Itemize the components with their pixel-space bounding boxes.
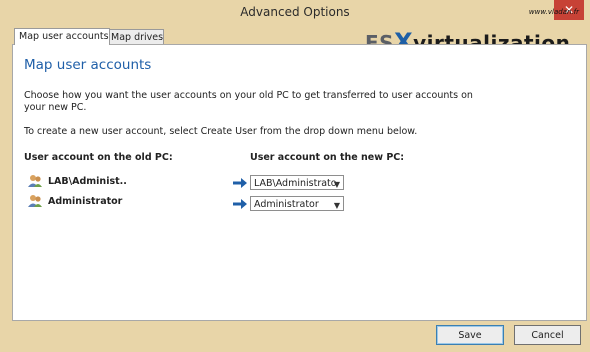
chevron-down-icon: ▼ <box>333 180 340 189</box>
window-title: Advanced Options <box>240 5 350 19</box>
tab-label: Map user accounts <box>19 31 109 42</box>
old-user-name: LAB\Administ.. <box>48 176 127 187</box>
page-title: Map user accounts <box>24 57 152 73</box>
tab-map-drives[interactable]: Map drives <box>106 29 164 45</box>
arrow-right-icon <box>233 178 247 188</box>
tab-map-user-accounts[interactable]: Map user accounts <box>14 28 110 45</box>
new-user-select-2[interactable]: Administrator ▼ <box>250 196 344 211</box>
advanced-options-window: Advanced Options ✕ www.vladan.fr ESXvirt… <box>0 0 590 352</box>
save-button[interactable]: Save <box>436 325 504 345</box>
description-line-1: Choose how you want the user accounts on… <box>24 90 473 101</box>
user-account-icon <box>28 175 42 187</box>
arrow-right-icon <box>233 199 247 209</box>
instruction-text: To create a new user account, select Cre… <box>24 126 418 137</box>
chevron-down-icon: ▼ <box>333 201 340 210</box>
old-user-row-1: LAB\Administ.. <box>28 175 127 187</box>
cancel-button-label: Cancel <box>531 330 564 341</box>
save-button-label: Save <box>458 330 482 341</box>
description-line-2: your new PC. <box>24 102 87 113</box>
old-pc-column-header: User account on the old PC: <box>24 152 173 163</box>
user-account-icon <box>28 195 42 207</box>
new-user-value: LAB\Administrato <box>254 178 337 189</box>
old-user-name: Administrator <box>48 196 123 207</box>
new-user-value: Administrator <box>254 199 319 210</box>
new-user-select-1[interactable]: LAB\Administrato ▼ <box>250 175 344 190</box>
new-pc-column-header: User account on the new PC: <box>250 152 405 163</box>
tab-label: Map drives <box>111 32 164 43</box>
old-user-row-2: Administrator <box>28 195 123 207</box>
cancel-button[interactable]: Cancel <box>514 325 581 345</box>
content-panel: Map user accounts Choose how you want th… <box>12 44 587 321</box>
watermark-url: www.vladan.fr <box>528 8 579 16</box>
